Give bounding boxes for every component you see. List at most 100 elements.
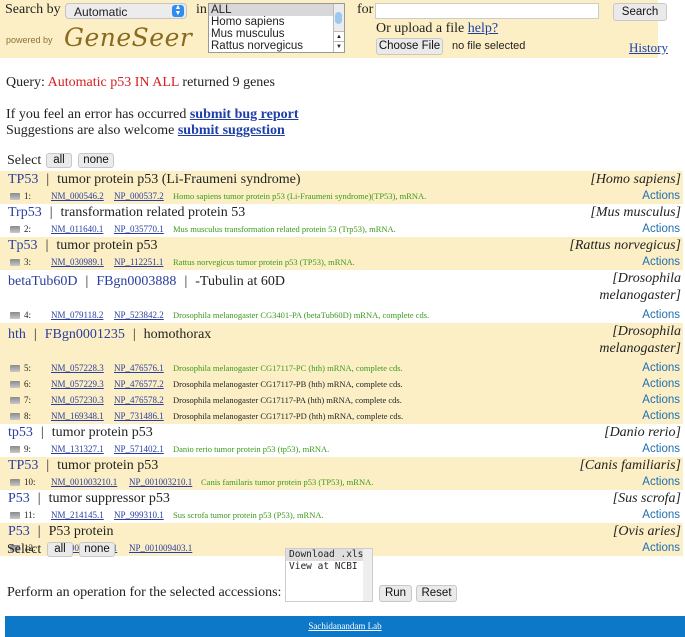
nm-accession-link[interactable]: NM_057230.3 [51,392,104,408]
nm-accession-link[interactable]: NM_000546.2 [51,188,104,204]
species-option[interactable]: ALL [209,4,344,16]
gene-symbol-link[interactable]: tp53 [8,425,33,440]
scroll-down-icon[interactable]: ▼ [334,41,344,52]
flybase-id-link[interactable]: FBgn0003888 [96,274,176,289]
accession-row: 9: NM_131327.1 NP_571402.1 Danio rerio tumo… [0,441,683,457]
np-accession-link[interactable]: NP_523842.2 [114,307,164,323]
np-accession-link[interactable]: NP_476576.1 [114,360,164,376]
accession-checkbox[interactable] [10,413,20,420]
separator: | [45,238,49,253]
select-none-button[interactable]: none [78,153,114,168]
operations-listbox[interactable]: Download .xls View at NCBI [285,548,373,602]
gene-symbol-link[interactable]: P53 [8,524,30,539]
gene-symbol-link[interactable]: P53 [8,491,30,506]
submit-suggestion-link[interactable]: submit suggestion [178,123,285,138]
species-listbox[interactable]: ALL Homo sapiens Mus musculus Rattus nor… [208,3,345,53]
actions-link[interactable]: Actions [642,408,680,424]
actions-link[interactable]: Actions [642,441,680,457]
search-by-select[interactable]: Automatic ▲ ▼ [65,3,187,19]
accession-row: 3: NM_030989.1 NP_112251.1 Rattus norvegicu… [0,254,683,270]
search-button[interactable]: Search [613,3,667,21]
nm-accession-link[interactable]: NM_169348.1 [51,408,104,424]
submit-bug-report-link[interactable]: submit bug report [190,107,299,122]
query-input[interactable] [375,3,599,19]
sachidanandam-lab-link[interactable]: Sachidanandam Lab [308,621,381,631]
flybase-id-link[interactable]: FBgn0001235 [45,327,125,342]
actions-link[interactable]: Actions [642,376,680,392]
species-label: [Homo sapiens] [590,172,681,187]
np-accession-link[interactable]: NP_999310.1 [114,507,164,523]
actions-link[interactable]: Actions [642,392,680,408]
reset-button[interactable]: Reset [416,585,457,602]
np-accession-link[interactable]: NP_476578.2 [114,392,164,408]
operation-option[interactable]: View at NCBI [286,561,372,573]
species-scrollbar[interactable]: ▲ ▼ [333,4,344,52]
separator: | [37,491,41,506]
history-link[interactable]: History [629,40,668,56]
accession-index: 9: [24,444,32,454]
nm-accession-link[interactable]: NM_214145.1 [51,507,104,523]
actions-link[interactable]: Actions [642,221,680,237]
accession-checkbox[interactable] [10,397,20,404]
operation-option[interactable]: Download .xls [286,549,372,561]
np-accession-link[interactable]: NP_112251.1 [114,254,163,270]
gene-symbol-link[interactable]: Trp53 [8,205,42,220]
choose-file-button[interactable]: Choose File [376,38,443,55]
gene-symbol-link[interactable]: betaTub60D [8,274,78,289]
accession-checkbox[interactable] [10,365,20,372]
gene-header: Tp53 | tumor protein p53 [Rattus norvegicus… [0,237,683,254]
accession-checkbox[interactable] [10,193,20,200]
nm-accession-link[interactable]: NM_057228.3 [51,360,104,376]
run-button[interactable]: Run [379,585,412,602]
accession-checkbox[interactable] [10,512,20,519]
species-option[interactable]: Mus musculus [209,28,344,40]
select-all-button-bottom[interactable]: all [47,542,73,557]
accession-checkbox[interactable] [10,381,20,388]
actions-link[interactable]: Actions [642,254,680,270]
accession-checkbox[interactable] [10,312,20,319]
upload-label: Or upload a file [376,21,465,36]
accession-checkbox[interactable] [10,446,20,453]
nm-accession-link[interactable]: NM_001003210.1 [51,474,117,490]
nm-accession-link[interactable]: NM_079118.2 [51,307,103,323]
species-option[interactable]: Homo sapiens [209,16,344,28]
select-all-button[interactable]: all [46,153,72,168]
species-label: [Drosophila melanogaster] [599,271,681,303]
actions-link[interactable]: Actions [642,188,680,204]
np-accession-link[interactable]: NP_001009403.1 [129,540,192,556]
nm-accession-link[interactable]: NM_057229.3 [51,376,104,392]
gene-name: tumor protein p53 [57,458,159,473]
actions-link[interactable]: Actions [642,540,680,556]
np-accession-link[interactable]: NP_476577.2 [114,376,164,392]
accession-checkbox[interactable] [10,226,20,233]
nm-accession-link[interactable]: NM_011640.1 [51,221,103,237]
nm-accession-link[interactable]: NM_131327.1 [51,441,104,457]
accession-description: Homo sapiens tumor protein p53 (Li-Fraum… [173,191,427,201]
nm-accession-link[interactable]: NM_030989.1 [51,254,104,270]
np-accession-link[interactable]: NP_571402.1 [114,441,164,457]
gene-name: tumor protein p53 [56,238,158,253]
gene-symbol-link[interactable]: hth [8,327,26,342]
gene-symbol-link[interactable]: Tp53 [8,238,38,253]
actions-link[interactable]: Actions [642,474,680,490]
species-option[interactable]: Rattus norvegicus [209,40,344,52]
scrollbar-thumb[interactable] [335,12,342,24]
gene-symbol-link[interactable]: TP53 [8,458,38,473]
accession-row: 11: NM_214145.1 NP_999310.1 Sus scrofa tumo… [0,507,683,523]
np-accession-link[interactable]: NP_035770.1 [114,221,164,237]
np-accession-link[interactable]: NP_000537.2 [114,188,164,204]
geneseer-logo: GeneSeer [64,23,193,52]
actions-link[interactable]: Actions [642,307,680,323]
actions-link[interactable]: Actions [642,507,680,523]
operations-scrollbar[interactable] [363,549,372,601]
accession-checkbox[interactable] [10,479,20,486]
np-accession-link[interactable]: NP_731486.1 [114,408,164,424]
select-none-button-bottom[interactable]: none [79,542,115,557]
gene-symbol-link[interactable]: TP53 [8,172,38,187]
species-name: Homo sapiens [595,172,676,187]
np-accession-link[interactable]: NP_001003210.1 [129,474,192,490]
help-link[interactable]: help? [468,21,498,36]
accession-checkbox[interactable] [10,259,20,266]
actions-link[interactable]: Actions [642,360,680,376]
species-line1: Drosophila [617,324,681,339]
